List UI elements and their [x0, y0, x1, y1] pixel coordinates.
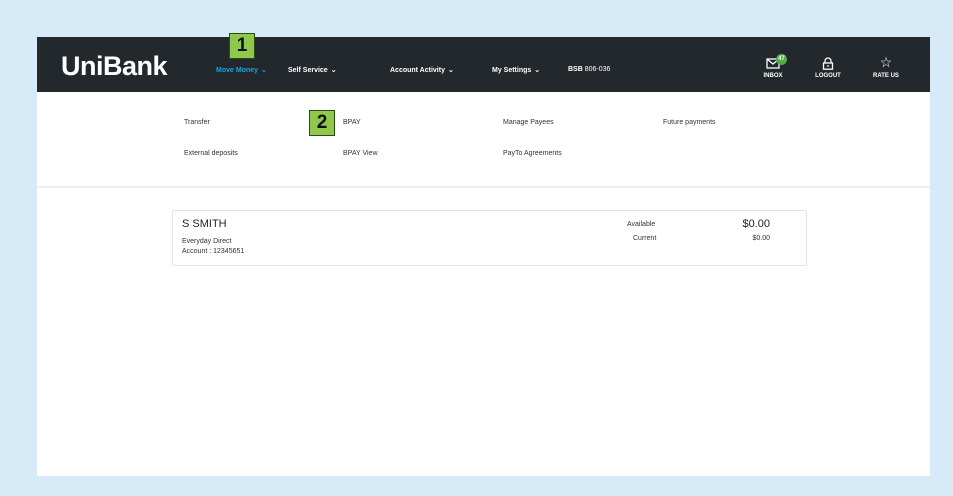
- bsb-number: BSB 806-036: [568, 66, 610, 73]
- logout-label: LOGOUT: [815, 73, 841, 79]
- nav-move-money[interactable]: Move Money ⌄: [216, 66, 267, 74]
- chevron-down-icon: ⌄: [261, 67, 267, 74]
- submenu-bpay-view[interactable]: BPAY View: [343, 150, 378, 157]
- account-type: Everyday Direct: [182, 238, 232, 245]
- submenu-payto-agreements[interactable]: PayTo Agreements: [503, 150, 562, 157]
- account-number: Account : 12345651: [182, 248, 245, 255]
- bsb-label: BSB: [568, 66, 583, 73]
- step-marker-2: 2: [309, 110, 335, 136]
- top-nav-bar: UniBank Move Money ⌄ Self Service ⌄ Accoun…: [37, 37, 930, 92]
- nav-my-settings[interactable]: My Settings ⌄: [492, 66, 540, 74]
- available-balance: $0.00: [742, 218, 770, 230]
- unibank-logo[interactable]: UniBank: [61, 51, 168, 81]
- submenu-external-deposits[interactable]: External deposits: [184, 150, 238, 157]
- chevron-down-icon: ⌄: [330, 67, 337, 74]
- nav-self-service[interactable]: Self Service ⌄: [288, 66, 337, 74]
- nav-account-activity[interactable]: Account Activity ⌄: [390, 66, 454, 74]
- available-label: Available: [627, 221, 656, 228]
- submenu-transfer[interactable]: Transfer: [184, 119, 210, 126]
- star-icon: ☆: [879, 54, 893, 70]
- nav-self-service-label: Self Service: [288, 67, 328, 74]
- banking-window: UniBank Move Money ⌄ Self Service ⌄ Accoun…: [37, 33, 930, 476]
- current-label: Current: [633, 235, 657, 242]
- step-marker-1: 1: [229, 33, 255, 59]
- lock-icon: [808, 53, 848, 71]
- submenu-bpay[interactable]: BPAY: [343, 119, 361, 126]
- inbox-count-badge: 47: [776, 54, 787, 65]
- move-money-dropdown: Transfer BPAY Manage Payees Future payme…: [37, 92, 930, 188]
- inbox-button[interactable]: 47 INBOX: [753, 53, 793, 79]
- chevron-down-icon: ⌄: [534, 67, 541, 74]
- inbox-label: INBOX: [763, 73, 783, 79]
- rate-us-button[interactable]: ☆ RATE US: [866, 53, 906, 79]
- current-balance: $0.00: [752, 235, 770, 242]
- logout-button[interactable]: LOGOUT: [808, 53, 848, 79]
- nav-move-money-label: Move Money: [216, 67, 259, 74]
- bsb-value: 806-036: [584, 66, 611, 73]
- nav-account-activity-label: Account Activity: [390, 67, 445, 74]
- nav-my-settings-label: My Settings: [492, 67, 532, 74]
- submenu-manage-payees[interactable]: Manage Payees: [503, 119, 554, 126]
- submenu-future-payments[interactable]: Future payments: [663, 119, 716, 126]
- chevron-down-icon: ⌄: [447, 67, 454, 74]
- rate-us-label: RATE US: [873, 73, 899, 79]
- account-holder-name: S SMITH: [182, 218, 227, 230]
- account-card[interactable]: S SMITH Everyday Direct Account : 123456…: [172, 210, 807, 266]
- mail-icon: [753, 53, 793, 71]
